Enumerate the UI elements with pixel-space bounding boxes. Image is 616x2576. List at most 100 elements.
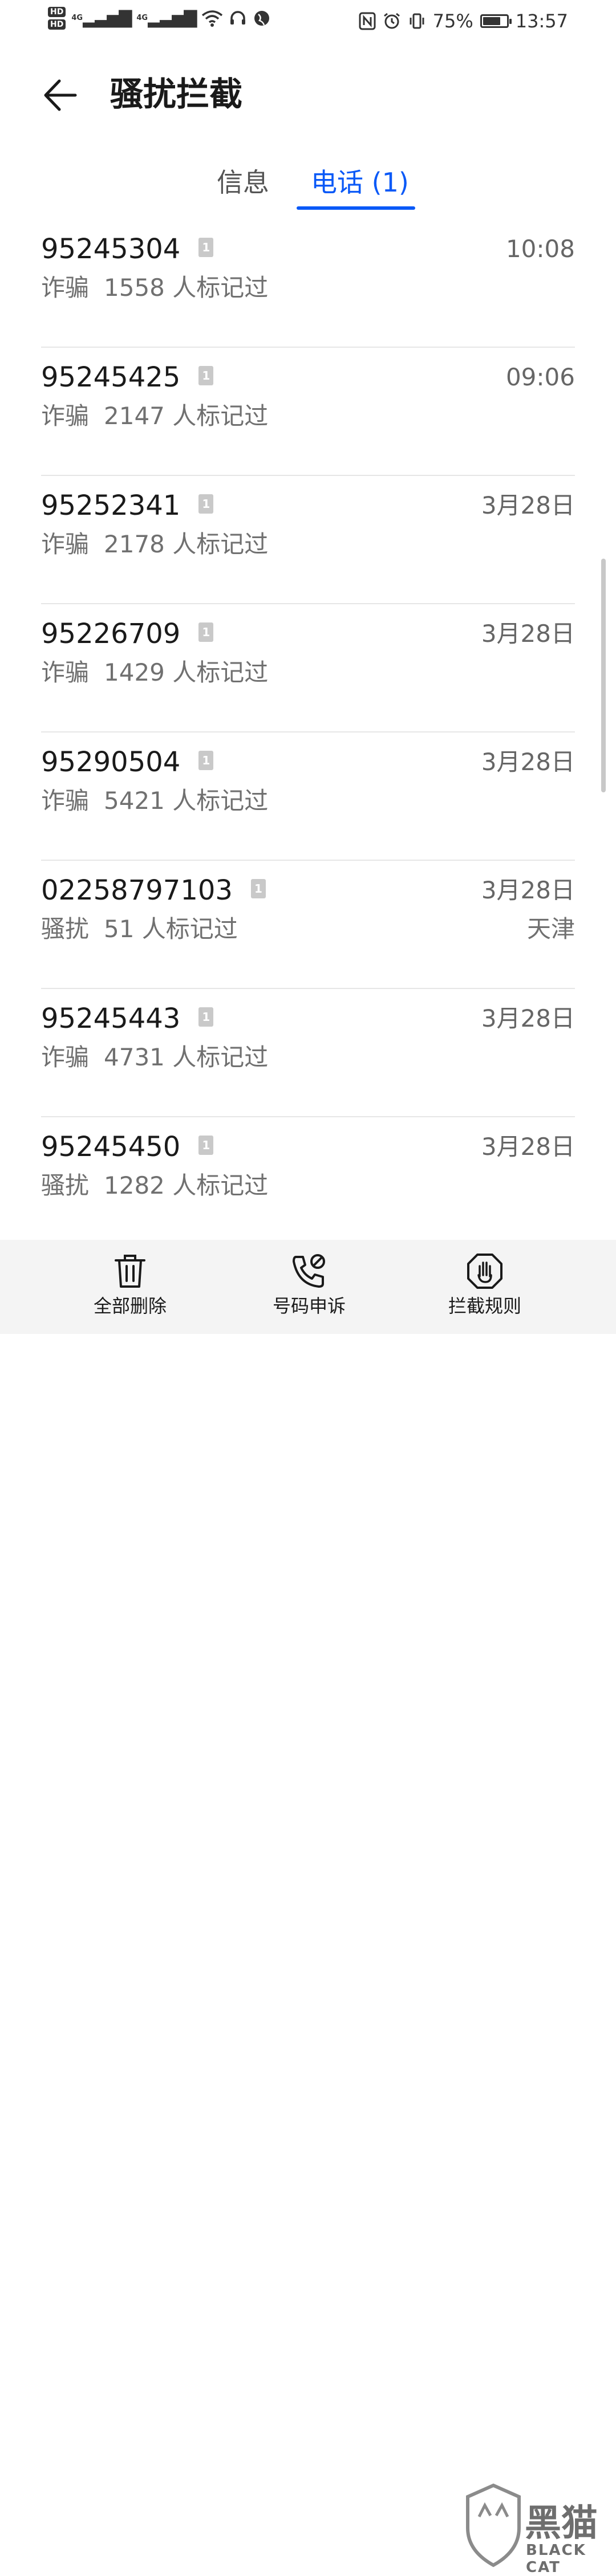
phone-number: 95245443 1 (41, 1002, 214, 1036)
tab-calls[interactable]: 电话 (1) (311, 165, 409, 200)
mark-count: 5421 人标记过 (104, 787, 269, 815)
battery-percent: 75% (432, 10, 473, 32)
hd-indicators: HD HD (48, 7, 66, 30)
phone-number: 95245450 1 (41, 1130, 214, 1164)
delete-all-label: 全部删除 (93, 1295, 167, 1317)
mark-tag: 骚扰 (41, 1171, 90, 1199)
trash-icon (115, 1255, 145, 1288)
sim-card-icon: 1 (198, 751, 214, 770)
phone-number-text: 95252341 (41, 490, 181, 522)
mark-count: 2147 人标记过 (104, 402, 269, 430)
network-type-sim1: 4G (71, 14, 83, 22)
call-row[interactable]: 95226709 1 3月28日诈骗 1429 人标记过 (41, 604, 575, 732)
call-time: 09:06 (505, 363, 575, 391)
status-left: HD HD 4G▂▃▅▇ 4G▂▃▅▇ (48, 7, 271, 30)
call-row[interactable]: 95290504 1 3月28日诈骗 5421 人标记过 (41, 732, 575, 861)
alarm-icon (383, 13, 400, 29)
mark-count: 2178 人标记过 (104, 530, 269, 558)
app-header: 骚扰拦截 (0, 63, 616, 125)
number-appeal-button[interactable]: 号码申诉 (246, 1240, 372, 1334)
block-rules-label: 拦截规则 (448, 1295, 521, 1317)
call-row[interactable]: 95245425 1 09:06 诈骗 2147 人标记过 (41, 348, 575, 476)
watermark-logo: 黑猫 BLACK CAT (456, 2483, 616, 2576)
vibrate-icon (410, 13, 424, 29)
scrollbar[interactable] (601, 559, 606, 792)
sim-card-icon: 1 (198, 366, 214, 385)
call-row[interactable]: 02258797103 1 3月28日骚扰 51 人标记过 天津 (41, 861, 575, 989)
battery-level-fill (483, 17, 500, 25)
mark-tag: 诈骗 (41, 787, 90, 815)
watermark-text: 黑猫 (525, 2502, 598, 2545)
page-title: 骚扰拦截 (110, 75, 243, 113)
call-row[interactable]: 95245450 1 3月28日骚扰 1282 人标记过 (41, 1117, 575, 1246)
call-time: 3月28日 (481, 1133, 575, 1161)
globe-icon (254, 11, 270, 26)
tab-bar: 信息 电话 (1) (0, 165, 616, 211)
bottom-toolbar: 全部删除 号码申诉 拦截规则 黑猫 BLACK CAT (0, 1240, 616, 2576)
block-rules-button[interactable]: 拦截规则 (422, 1240, 548, 1334)
hd-badge-sim2: HD (48, 19, 66, 30)
call-mark-info: 诈骗 5421 人标记过 (41, 785, 268, 817)
mark-tag: 诈骗 (41, 530, 90, 558)
headset-icon (230, 11, 246, 25)
mark-tag: 诈骗 (41, 658, 90, 686)
hand-stop-icon (467, 1254, 502, 1289)
call-time: 3月28日 (481, 748, 575, 776)
call-mark-info: 诈骗 1558 人标记过 (41, 272, 268, 304)
call-row[interactable]: 95245304 1 10:08 诈骗 1558 人标记过 (41, 219, 575, 348)
phone-number-text: 95245443 (41, 1003, 181, 1035)
call-mark-info: 诈骗 1429 人标记过 (41, 657, 268, 689)
phone-number-text: 95245450 (41, 1131, 181, 1163)
clock: 13:57 (515, 10, 568, 32)
sim-card-icon: 1 (198, 1007, 214, 1027)
call-time: 3月28日 (481, 1004, 575, 1032)
sim-card-icon: 1 (250, 879, 266, 898)
signal-sim2-icon: 4G▂▃▅▇ (136, 8, 197, 28)
sim-card-icon: 1 (198, 622, 214, 642)
mark-count: 1558 人标记过 (104, 274, 269, 302)
call-row[interactable]: 95252341 1 3月28日 诈骗 2178 人标记过 (41, 476, 575, 604)
call-mark-info: 诈骗 4731 人标记过 (41, 1041, 268, 1073)
phone-number: 95226709 1 (41, 617, 214, 651)
status-bar: HD HD 4G▂▃▅▇ 4G▂▃▅▇ 75% 13:57 (0, 0, 616, 46)
sim-card-icon: 1 (198, 1136, 214, 1155)
phone-number: 95245425 1 (41, 360, 214, 394)
watermark-subtext: BLACK CAT (526, 2542, 586, 2576)
phone-number-text: 95245425 (41, 361, 181, 393)
tab-messages[interactable]: 信息 (217, 165, 269, 200)
mark-count: 4731 人标记过 (104, 1043, 269, 1071)
call-mark-info: 诈骗 2178 人标记过 (41, 528, 268, 560)
mark-count: 1429 人标记过 (104, 658, 269, 686)
back-button[interactable] (40, 75, 80, 115)
call-mark-info: 骚扰 1282 人标记过 (41, 1170, 268, 1202)
battery-icon (480, 14, 512, 28)
call-time: 10:08 (505, 235, 575, 263)
sim-card-icon: 1 (198, 238, 214, 257)
phone-number: 95245304 1 (41, 232, 214, 266)
sim-card-icon: 1 (198, 494, 214, 514)
phone-number-text: 95245304 (41, 233, 181, 265)
wifi-icon (202, 10, 223, 27)
call-row[interactable]: 95245443 1 3月28日诈骗 4731 人标记过 (41, 989, 575, 1117)
phone-number: 95252341 1 (41, 489, 214, 523)
network-type-sim2: 4G (136, 14, 148, 22)
phone-number-text: 95290504 (41, 746, 181, 778)
hd-badge-sim1: HD (48, 7, 66, 17)
status-right: 75% 13:57 (359, 10, 568, 32)
phone-block-icon (293, 1254, 325, 1288)
mark-count: 1282 人标记过 (104, 1171, 269, 1199)
phone-number-text: 02258797103 (41, 874, 233, 906)
phone-number: 02258797103 1 (41, 873, 266, 907)
call-location: 天津 (526, 915, 575, 943)
mark-tag: 诈骗 (41, 402, 90, 430)
mark-tag: 诈骗 (41, 274, 90, 302)
mark-count: 51 人标记过 (104, 915, 238, 943)
signal-sim1-icon: 4G▂▃▅▇ (71, 8, 132, 28)
back-arrow-icon (44, 79, 77, 111)
phone-number: 95290504 1 (41, 745, 214, 779)
blocked-calls-list: 95245304 1 10:08 诈骗 1558 人标记过 95245425 1 09:06 诈… (41, 219, 575, 1246)
delete-all-button[interactable]: 全部删除 (67, 1240, 193, 1334)
call-time: 3月28日 (481, 620, 575, 648)
call-time: 3月28日 (481, 876, 575, 904)
call-mark-info: 骚扰 51 人标记过 (41, 913, 238, 945)
